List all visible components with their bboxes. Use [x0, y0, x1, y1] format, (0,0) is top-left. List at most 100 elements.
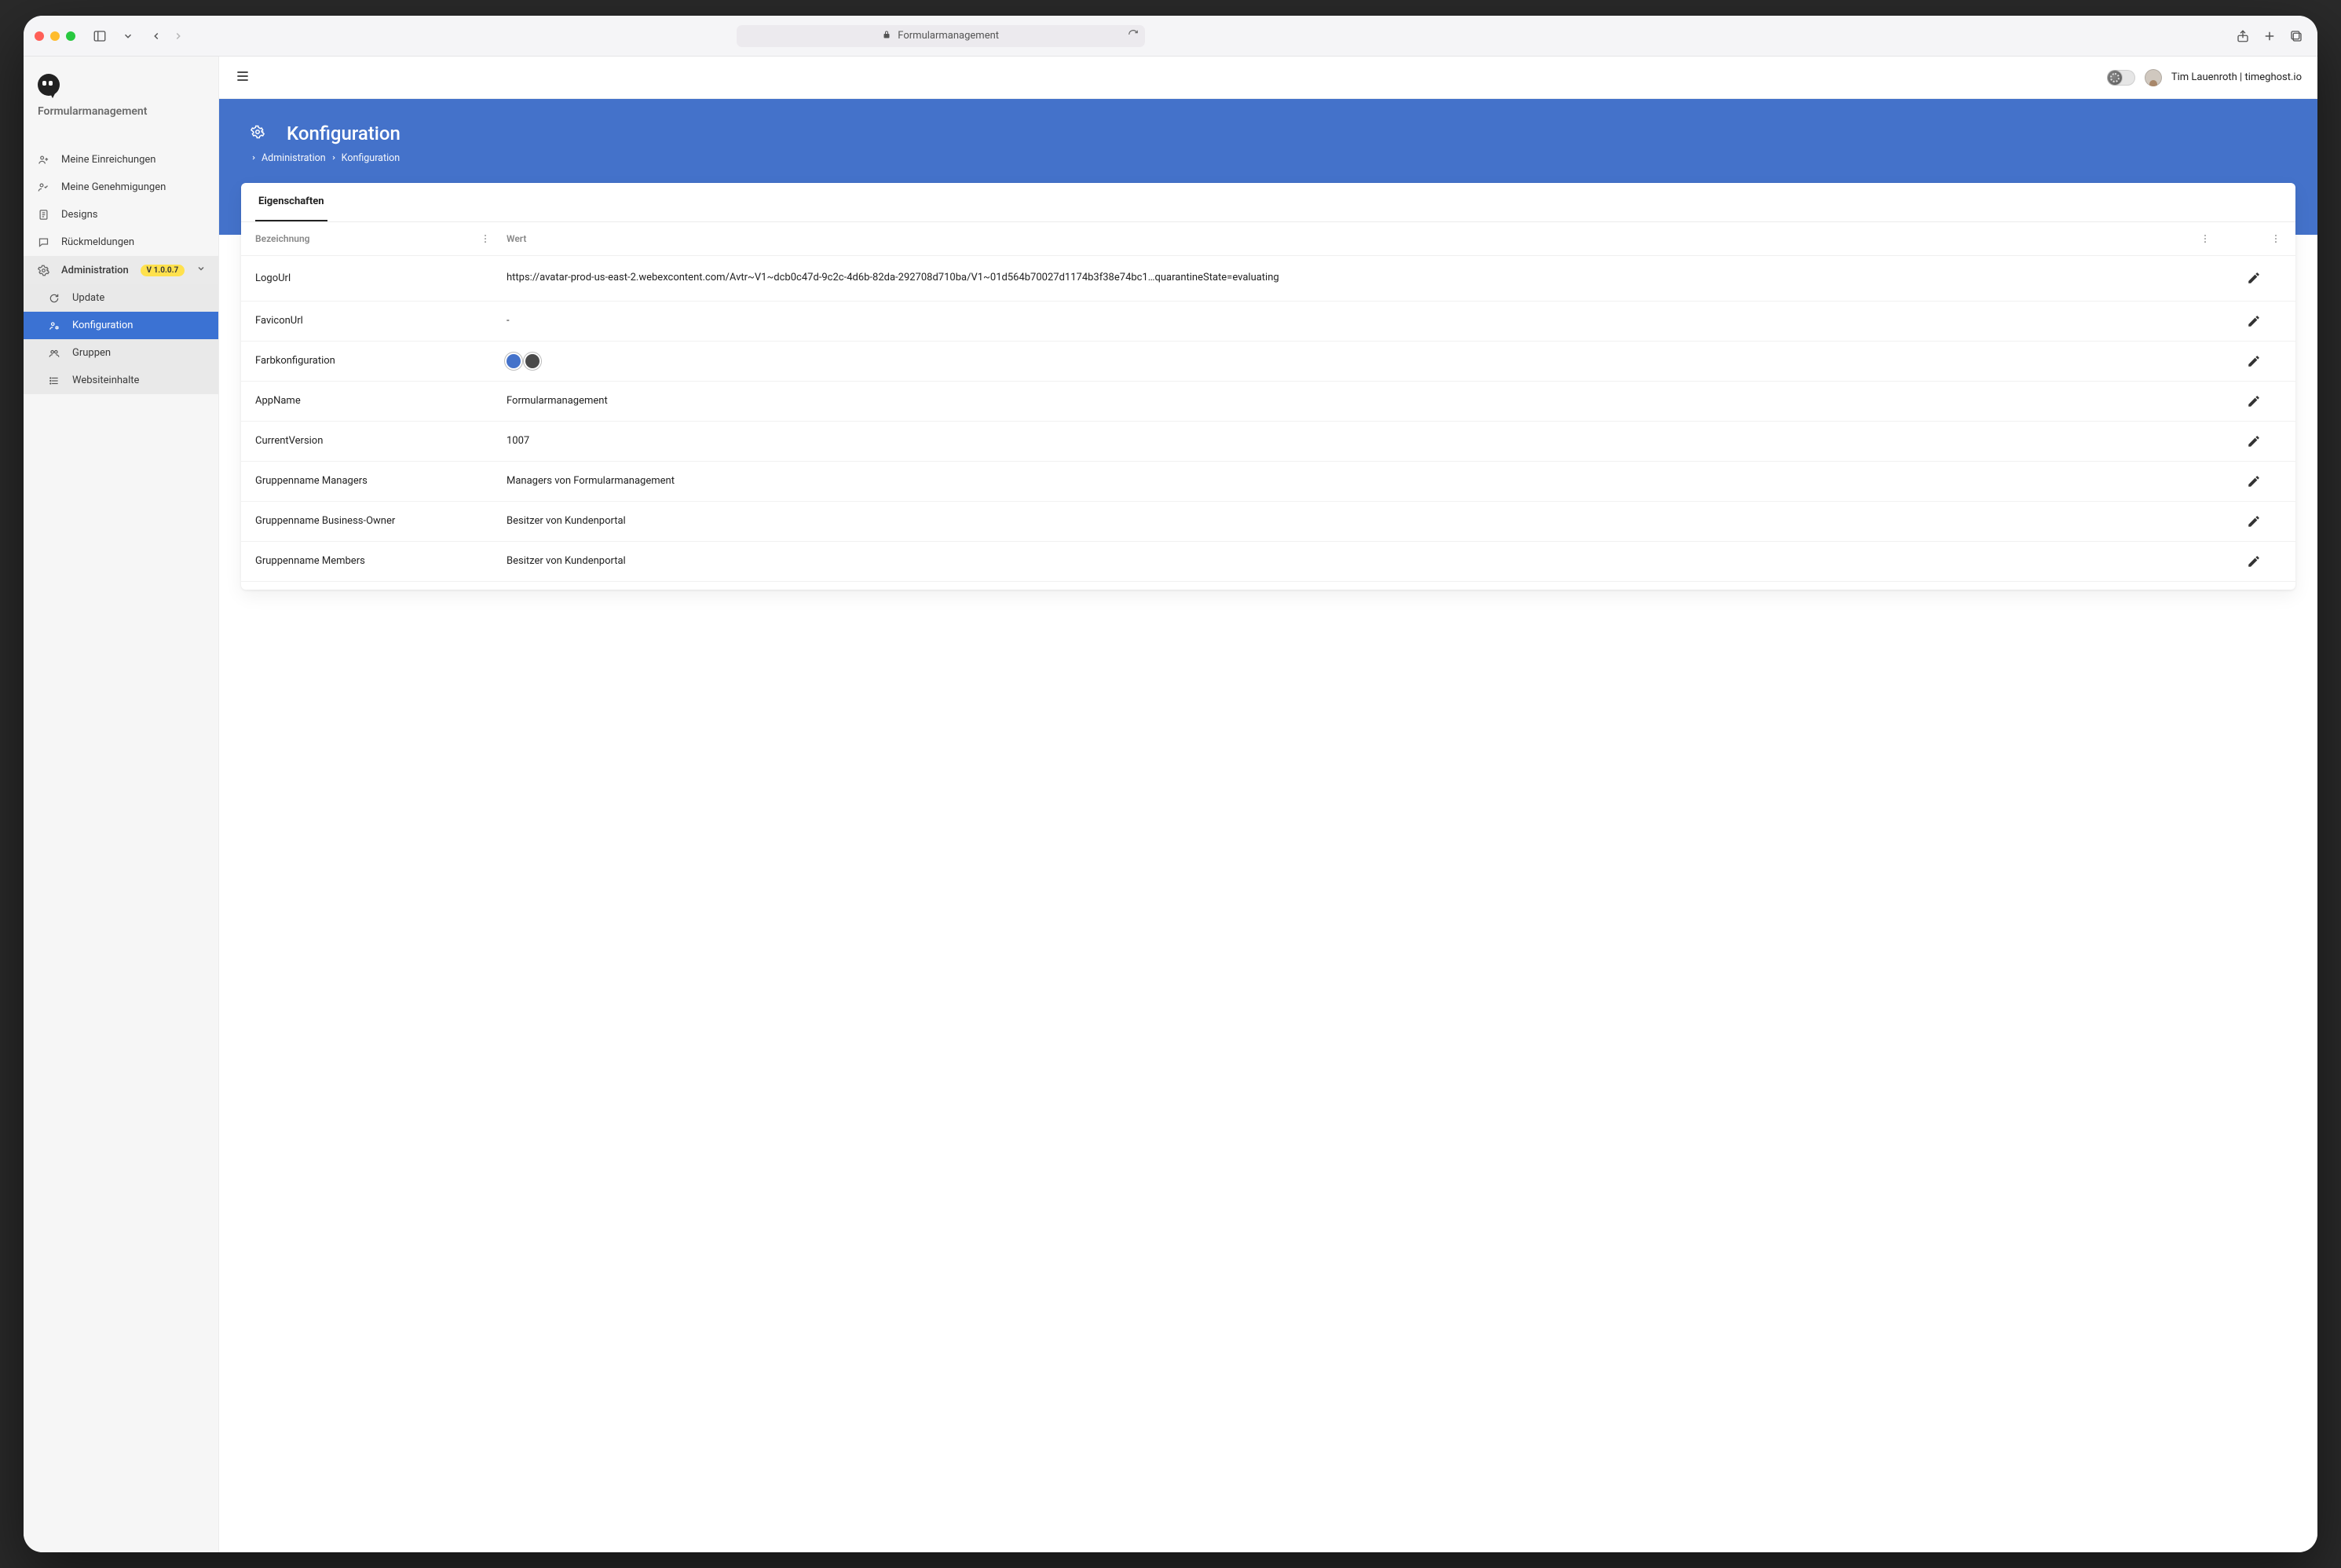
edit-button[interactable] — [2247, 554, 2261, 568]
column-menu-button[interactable] — [480, 233, 491, 244]
edit-button[interactable] — [2247, 394, 2261, 408]
lock-icon — [882, 30, 891, 42]
row-value: Besitzer von Kundenportal — [507, 515, 2226, 527]
address-bar[interactable]: Formularmanagement — [737, 25, 1145, 47]
list-icon — [47, 375, 61, 386]
new-tab-button[interactable] — [2259, 26, 2280, 46]
table-menu-button[interactable] — [2270, 233, 2281, 244]
sidebar-toggle-button[interactable] — [90, 26, 110, 46]
forward-button[interactable] — [168, 26, 188, 46]
user-label: Tim Lauenroth | timeghost.io — [2171, 71, 2302, 83]
refresh-icon — [47, 293, 61, 304]
row-value: Besitzer von Kundenportal — [507, 555, 2226, 567]
sidebar-item-designs[interactable]: Designs — [24, 201, 218, 228]
row-value — [507, 354, 2226, 368]
address-bar-title: Formularmanagement — [898, 30, 999, 42]
row-label: Gruppenname Managers — [255, 475, 507, 487]
edit-button[interactable] — [2247, 474, 2261, 488]
table-row: Gruppenname MembersBesitzer von Kundenpo… — [241, 542, 2295, 582]
sidebar-subnav: Update Konfiguration Gruppen Websiteinha… — [24, 284, 218, 394]
row-label: LogoUrl — [255, 272, 507, 284]
table-row: Gruppenname Business-OwnerBesitzer von K… — [241, 502, 2295, 542]
version-badge: V 1.0.0.7 — [141, 265, 185, 276]
sidebar-nav: Meine Einreichungen Meine Genehmigungen … — [24, 146, 218, 394]
sidebar-item-label: Websiteinhalte — [72, 375, 139, 386]
chevron-down-icon — [196, 264, 206, 276]
sidebar-subitem-update[interactable]: Update — [24, 284, 218, 312]
users-icon — [47, 348, 61, 359]
row-label: CurrentVersion — [255, 435, 507, 447]
app-root: Formularmanagement Meine Einreichungen M… — [24, 57, 2317, 1552]
table-row: Gruppenname ManagersManagers von Formula… — [241, 462, 2295, 502]
brand-block: Formularmanagement — [24, 57, 218, 126]
sidebar-item-approvals[interactable]: Meine Genehmigungen — [24, 174, 218, 201]
edit-button[interactable] — [2247, 314, 2261, 328]
approvals-icon — [36, 181, 50, 193]
window-minimize-button[interactable] — [50, 31, 60, 41]
color-swatch — [507, 354, 521, 368]
row-label: Gruppenname Business-Owner — [255, 515, 507, 527]
gear-icon — [251, 125, 265, 142]
window-close-button[interactable] — [35, 31, 44, 41]
table-body: LogoUrlhttps://avatar-prod-us-east-2.web… — [241, 256, 2295, 590]
sidebar-subitem-groups[interactable]: Gruppen — [24, 339, 218, 367]
column-label-bezeichnung: Bezeichnung — [255, 233, 310, 244]
browser-chrome: Formularmanagement — [24, 16, 2317, 57]
row-value: - — [507, 315, 2226, 327]
file-icon — [36, 209, 50, 221]
breadcrumb: Administration Konfiguration — [251, 152, 2286, 164]
sidebar-item-administration[interactable]: Administration V 1.0.0.7 — [24, 256, 218, 284]
gear-icon — [36, 265, 50, 276]
user-add-icon — [36, 154, 50, 166]
table-row: AppNameFormularmanagement — [241, 382, 2295, 422]
table-row: Farbkonfiguration — [241, 342, 2295, 382]
table-row: FaviconUrl- — [241, 302, 2295, 342]
main-content: Tim Lauenroth | timeghost.io Konfigurati… — [219, 57, 2317, 1552]
sidebar-item-label: Gruppen — [72, 347, 111, 359]
page-title: Konfiguration — [287, 122, 401, 144]
window-maximize-button[interactable] — [66, 31, 75, 41]
theme-toggle[interactable] — [2107, 70, 2135, 86]
sidebar-subitem-site-contents[interactable]: Websiteinhalte — [24, 367, 218, 394]
sidebar: Formularmanagement Meine Einreichungen M… — [24, 57, 219, 1552]
browser-window: Formularmanagement Formularmanagement — [24, 16, 2317, 1552]
chevron-right-icon — [331, 152, 337, 164]
breadcrumb-current: Konfiguration — [342, 152, 401, 164]
tabs: Eigenschaften — [241, 183, 2295, 222]
edit-button[interactable] — [2247, 434, 2261, 448]
edit-button[interactable] — [2247, 514, 2261, 528]
breadcrumb-link-administration[interactable]: Administration — [262, 152, 326, 164]
user-gear-icon — [47, 320, 61, 331]
tabs-overview-button[interactable] — [2286, 26, 2306, 46]
sidebar-item-label: Rückmeldungen — [61, 236, 134, 248]
app-logo — [38, 74, 60, 96]
column-label-wert: Wert — [507, 233, 526, 244]
back-button[interactable] — [146, 26, 166, 46]
edit-button[interactable] — [2247, 271, 2261, 285]
chevron-right-icon — [251, 152, 257, 164]
sidebar-item-submissions[interactable]: Meine Einreichungen — [24, 146, 218, 174]
row-value: 1007 — [507, 435, 2226, 447]
chat-icon — [36, 236, 50, 248]
row-value: Formularmanagement — [507, 395, 2226, 407]
topbar: Tim Lauenroth | timeghost.io — [219, 57, 2317, 99]
sidebar-item-feedback[interactable]: Rückmeldungen — [24, 228, 218, 256]
share-button[interactable] — [2233, 26, 2253, 46]
avatar[interactable] — [2145, 69, 2162, 86]
hamburger-button[interactable] — [235, 68, 251, 87]
sidebar-item-label: Konfiguration — [72, 320, 133, 331]
reload-button[interactable] — [1128, 29, 1139, 43]
window-controls — [35, 31, 75, 41]
table-header: Bezeichnung Wert — [241, 222, 2295, 256]
sidebar-item-label: Meine Genehmigungen — [61, 181, 166, 193]
table-row: CurrentVersion1007 — [241, 422, 2295, 462]
column-menu-button[interactable] — [2200, 233, 2211, 244]
content-card: Eigenschaften Bezeichnung Wert Log — [241, 183, 2295, 590]
tab-properties[interactable]: Eigenschaften — [255, 183, 327, 221]
color-swatch — [525, 354, 540, 368]
edit-button[interactable] — [2247, 354, 2261, 368]
chevron-down-icon[interactable] — [118, 26, 138, 46]
app-brand-title: Formularmanagement — [38, 105, 204, 118]
row-label: AppName — [255, 395, 507, 407]
sidebar-subitem-configuration[interactable]: Konfiguration — [24, 312, 218, 339]
